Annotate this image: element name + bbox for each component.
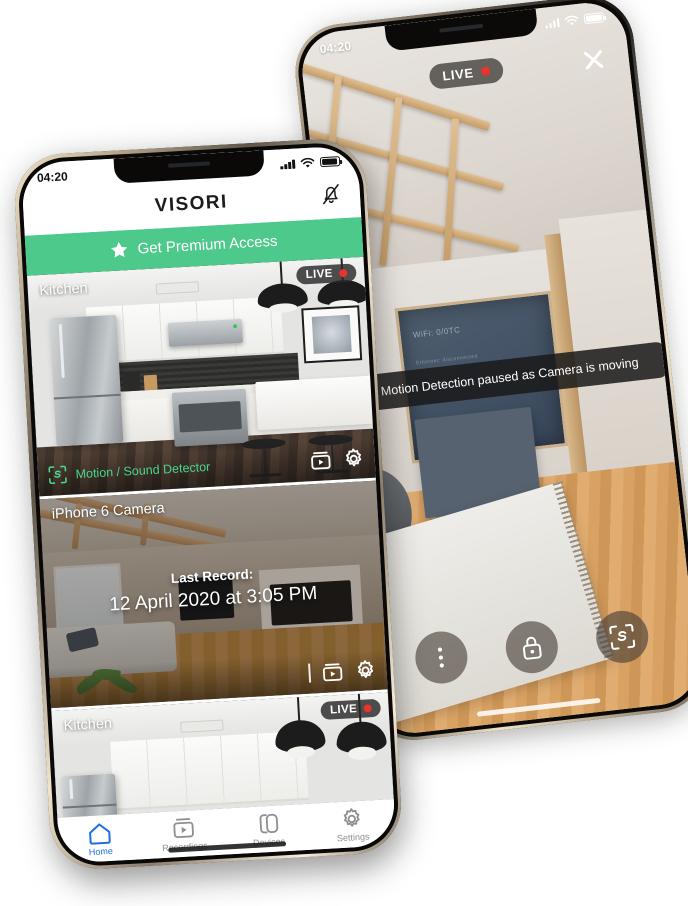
camera-name: Kitchen [38,279,89,299]
live-badge: LIVE [296,262,357,285]
microwave [167,318,243,347]
wall-art [301,305,362,364]
wifi-icon [300,157,314,168]
live-badge-label: LIVE [305,267,334,281]
recordings-icon[interactable] [321,661,344,682]
camera-card-actions [309,447,365,472]
action-divider [307,663,311,683]
premium-banner-label: Get Premium Access [137,232,278,258]
kitchen-island [255,375,373,431]
pendant-light [272,691,327,767]
home-icon [89,822,111,845]
live-badge: LIVE [320,698,381,720]
motion-scan-icon[interactable] [47,465,67,485]
gear-icon[interactable] [342,447,365,470]
live-record-dot [480,66,491,77]
gear-icon[interactable] [353,658,376,681]
signal-bars-icon [544,17,560,29]
recordings-icon[interactable] [309,450,332,471]
earpiece-speaker [167,160,211,168]
motion-detector-button[interactable] [593,608,652,666]
lock-icon [522,636,542,660]
notifications-button[interactable] [319,182,343,211]
battery-icon [583,12,605,25]
page-title: VISORI [154,190,229,216]
tab-label: Settings [336,831,370,843]
live-badge-label: LIVE [329,702,358,717]
cutting-board [143,374,158,391]
camera-name: Kitchen [63,715,113,734]
tab-label: Home [88,845,114,857]
light-glow [268,302,298,314]
close-icon[interactable] [579,45,608,74]
battery-icon [319,156,340,168]
light-glow [347,746,377,761]
tab-settings[interactable]: Settings [309,805,395,845]
status-indicators [280,156,340,170]
front-phone-device: 04:20 VISORI Get Premium Access Kitchen … [12,136,407,886]
light-cord [279,261,283,286]
live-record-dot [362,703,372,713]
coffee-maker [123,372,141,392]
motion-scan-icon [609,623,636,650]
oven-range [171,389,249,447]
more-options-button[interactable] [412,628,470,687]
live-badge-label: LIVE [441,65,475,84]
devices-icon [259,813,278,833]
camera-card-actions [307,658,377,684]
front-phone-rim: 04:20 VISORI Get Premium Access Kitchen … [12,136,404,872]
star-icon [110,241,128,258]
camera-card-kitchen-2[interactable]: Kitchen LIVE [50,691,394,818]
motion-detector-label: Motion / Sound Detector [75,459,211,481]
camera-card-iphone6[interactable]: iPhone 6 Camera Last Record: 12 April 20… [38,480,388,711]
bell-off-icon [322,183,339,204]
dots-vertical-icon [438,647,445,668]
wifi-icon [564,15,579,25]
lock-button[interactable] [503,618,561,676]
recordings-icon [173,817,195,838]
camera-list[interactable]: Kitchen LIVE Motion / Sound Detector iPh… [26,256,394,818]
light-cord [296,691,301,722]
refrigerator [61,773,118,818]
status-time: 04:20 [36,169,69,186]
camera-card-kitchen[interactable]: Kitchen LIVE Motion / Sound Detector [26,256,376,499]
status-indicators [544,12,605,30]
signal-bars-icon [280,159,295,170]
screenshot-stage: WiFi: 0/0TC Ethernet: disconnected 04:20… [0,0,688,906]
light-glow [286,745,316,759]
front-phone-body: 04:20 VISORI Get Premium Access Kitchen … [12,136,404,872]
wall-display-text: WiFi: 0/0TC [412,325,461,340]
front-phone-inner: 04:20 VISORI Get Premium Access Kitchen … [15,140,401,868]
live-record-dot [338,268,348,277]
gear-icon [344,807,361,827]
front-phone-screen: 04:20 VISORI Get Premium Access Kitchen … [20,144,396,864]
status-time: 04:20 [318,38,353,57]
refrigerator [49,314,124,447]
tab-home[interactable]: Home [57,819,143,859]
